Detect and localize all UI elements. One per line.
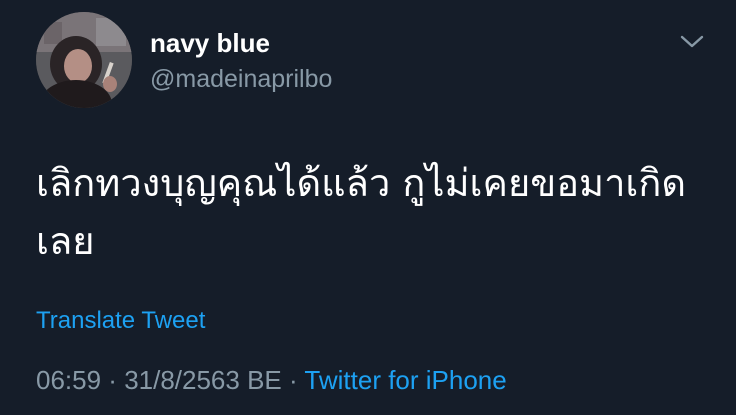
avatar[interactable] (36, 12, 132, 108)
tweet-card: navy blue @madeinaprilbo เลิกทวงบุญคุณได… (0, 0, 736, 415)
display-name[interactable]: navy blue (150, 27, 270, 59)
meta-separator: · (281, 365, 305, 395)
chevron-down-icon[interactable] (678, 30, 706, 52)
user-handle[interactable]: @madeinaprilbo (150, 63, 332, 95)
translate-tweet-link[interactable]: Translate Tweet (36, 306, 205, 336)
tweet-meta: 06:59 · 31/8/2563 BE · Twitter for iPhon… (36, 364, 507, 396)
tweet-date[interactable]: 31/8/2563 BE (124, 365, 282, 395)
meta-separator: · (101, 365, 125, 395)
tweet-source-link[interactable]: Twitter for iPhone (304, 365, 506, 395)
tweet-time[interactable]: 06:59 (36, 365, 101, 395)
tweet-text: เลิกทวงบุญคุณได้แล้ว กูไม่เคยขอมาเกิดเลย (36, 161, 687, 263)
